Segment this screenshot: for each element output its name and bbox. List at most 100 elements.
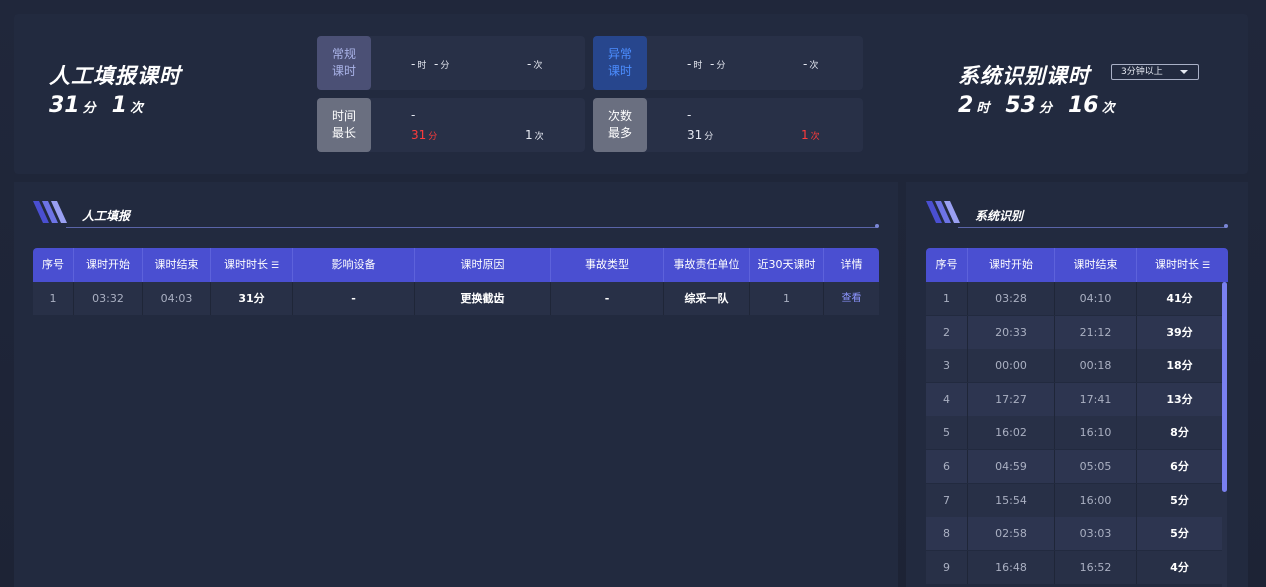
normal-tag: 常规 课时 [317,36,371,90]
system-minutes-unit: 分 [1038,101,1052,116]
system-col-duration-label: 课时时长 [1154,258,1199,271]
manual-col-duration-label: 课时时长 [223,258,268,271]
cell-end: 04:10 [1055,282,1137,315]
cell-end: 21:12 [1055,315,1137,349]
abnormal-card: 异常 课时 -时 -分 -次 [593,36,863,90]
cell-index: 9 [926,550,968,584]
scrollbar-thumb[interactable] [1222,282,1227,492]
cell-unit: 综采一队 [664,282,750,315]
manual-count: 1 [111,93,127,118]
cell-start: 02:58 [968,517,1055,551]
longest-tag-line2: 最长 [331,126,356,140]
manual-col-reason: 课时原因 [415,248,551,282]
cell-device: - [293,282,415,315]
cell-duration: 31分 [211,282,293,315]
manual-summary-title: 人工填报课时 [49,64,181,88]
duration-filter-dropdown[interactable]: 3分钟以上 [1111,64,1199,80]
sort-icon[interactable]: ☰ [1202,249,1210,283]
table-row: 5 16:02 16:10 8分 [926,416,1222,450]
longest-minutes: 31 分 [411,128,438,142]
cell-index: 8 [926,517,968,551]
manual-table-header: 序号 课时开始 课时结束 课时时长 ☰ 影响设备 课时原因 事故类型 事故责任单位… [33,248,879,282]
stripes-icon [926,201,960,223]
abnormal-time: -时 -分 [687,57,726,71]
table-row: 3 00:00 00:18 18分 [926,349,1222,383]
cell-duration: 18分 [1166,359,1193,373]
cell-duration: 8分 [1170,426,1189,440]
system-summary-title: 系统识别课时 [958,64,1090,88]
most-minutes: 31 分 [687,128,714,142]
sort-icon[interactable]: ☰ [271,249,279,283]
cell-end: 04:03 [143,282,211,315]
most-tag-line2: 最多 [607,126,632,140]
system-count-unit: 次 [1101,101,1115,116]
manual-col-30days: 近30天课时 [750,248,824,282]
longest-tag: 时间 最长 [317,98,371,152]
table-row: 2 20:33 21:12 39分 [926,315,1222,349]
cell-index: 1 [33,282,74,315]
cell-duration: 41分 [1166,292,1193,305]
cell-start: 00:00 [968,349,1055,383]
manual-section-title: 人工填报 [82,209,131,223]
cell-end: 16:00 [1055,483,1137,517]
most-count: 1次 [801,128,820,142]
cell-start: 17:27 [968,382,1055,416]
manual-summary-stats: 31 分 1 次 [49,93,159,118]
cell-start: 04:59 [968,450,1055,483]
manual-col-end: 课时结束 [143,248,211,282]
cell-duration: 4分 [1170,560,1189,574]
stripes-icon [33,201,67,223]
cell-end: 16:52 [1055,550,1137,584]
cell-start: 16:48 [968,550,1055,584]
cell-index: 6 [926,450,968,483]
cell-index: 2 [926,315,968,349]
cell-end: 00:18 [1055,349,1137,383]
manual-col-device: 影响设备 [293,248,415,282]
cell-end: 16:10 [1055,416,1137,450]
manual-col-start: 课时开始 [74,248,143,282]
cell-start: 15:54 [968,483,1055,517]
manual-col-type: 事故类型 [551,248,664,282]
most-tag: 次数 最多 [593,98,647,152]
manual-col-unit: 事故责任单位 [664,248,750,282]
system-summary-stats: 2 时 53 分 16 次 [958,93,1131,118]
cell-type: - [551,282,664,315]
table-row: 8 02:58 03:03 5分 [926,517,1222,551]
system-col-start: 课时开始 [968,248,1055,282]
system-section-title: 系统识别 [975,209,1024,223]
most-card: 次数 最多 - 31 分 1次 [593,98,863,152]
cell-end: 17:41 [1055,382,1137,416]
normal-count: -次 [527,57,543,71]
longest-name: - [411,108,416,122]
cell-start: 03:32 [74,282,143,315]
cell-index: 1 [926,282,968,315]
cell-reason: 更换截齿 [415,282,551,315]
cell-index: 3 [926,349,968,383]
manual-section-divider [66,227,876,228]
manual-section-panel [14,182,898,587]
abnormal-tag: 异常 课时 [593,36,647,90]
cell-end: 03:03 [1055,517,1137,551]
cell-duration: 13分 [1166,392,1193,406]
table-row: 7 15:54 16:00 5分 [926,483,1222,517]
longest-tag-line1: 时间 [331,109,356,123]
cell-index: 7 [926,483,968,517]
system-section-dot [1224,224,1228,228]
manual-count-unit: 次 [129,101,143,116]
abnormal-tag-line1: 异常 [607,47,632,61]
cell-duration: 5分 [1170,493,1189,507]
table-row: 4 17:27 17:41 13分 [926,382,1222,416]
cell-start: 20:33 [968,315,1055,349]
system-col-duration[interactable]: 课时时长 ☰ [1137,248,1228,282]
view-detail-link[interactable]: 查看 [824,282,879,315]
manual-section-dot [875,224,879,228]
normal-time: -时 -分 [411,57,450,71]
most-tag-line1: 次数 [607,109,632,123]
manual-col-duration[interactable]: 课时时长 ☰ [211,248,293,282]
cell-index: 4 [926,382,968,416]
manual-col-detail: 详情 [840,258,863,271]
normal-tag-line1: 常规 [331,47,356,61]
cell-index: 5 [926,416,968,450]
system-col-index: 序号 [926,248,968,282]
manual-minutes: 31 [49,93,80,118]
